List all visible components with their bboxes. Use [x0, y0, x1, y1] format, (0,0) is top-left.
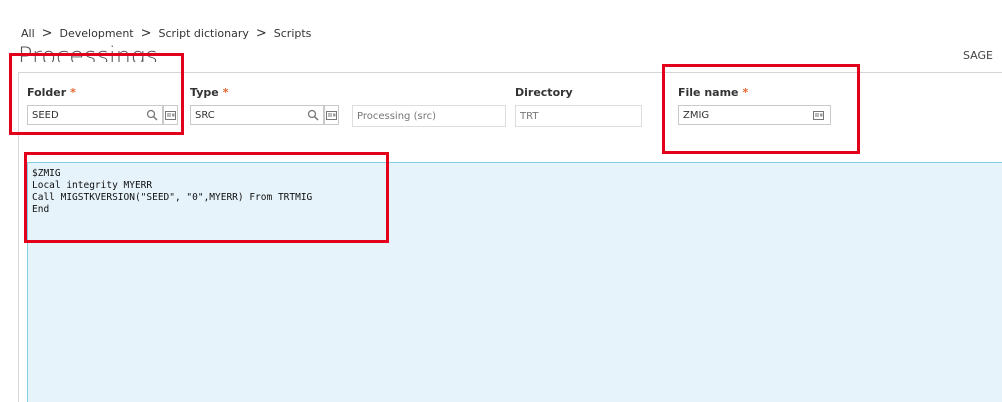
type-label: Type * [190, 86, 228, 99]
card-icon[interactable] [813, 110, 824, 120]
file-name-label: File name * [678, 86, 748, 99]
script-code[interactable]: $ZMIG Local integrity MYERR Call MIGSTKVER… [32, 168, 312, 216]
folder-field[interactable]: SEED [27, 105, 163, 125]
folder-label: Folder * [27, 86, 76, 99]
breadcrumb-scripts[interactable]: Scripts [274, 27, 312, 40]
search-icon[interactable] [307, 109, 319, 121]
script-editor[interactable]: $ZMIG Local integrity MYERR Call MIGSTKVER… [27, 162, 1002, 402]
breadcrumb-separator: > [255, 26, 267, 41]
file-name-value: ZMIG [683, 109, 710, 121]
breadcrumb-development[interactable]: Development [60, 27, 134, 40]
card-icon [326, 110, 337, 120]
folder-value: SEED [32, 109, 59, 121]
breadcrumb-script-dictionary[interactable]: Script dictionary [159, 27, 249, 40]
required-asterisk: * [222, 86, 229, 99]
file-name-field[interactable]: ZMIG [678, 105, 831, 125]
code-line: Call MIGSTKVERSION("SEED", "0",MYERR) Fr… [32, 192, 313, 203]
header-divider [18, 72, 1002, 73]
breadcrumb-separator: > [140, 26, 152, 41]
required-asterisk: * [742, 86, 749, 99]
code-line: End [32, 204, 50, 215]
breadcrumb-separator: > [41, 26, 53, 41]
type-field[interactable]: SRC [190, 105, 324, 125]
file-name-label-text: File name [678, 86, 739, 99]
type-browse-button[interactable] [324, 105, 339, 125]
folder-label-text: Folder [27, 86, 67, 99]
type-description-field: Processing (src) [352, 105, 506, 127]
code-line: Local integrity MYERR [32, 180, 153, 191]
card-icon [165, 110, 176, 120]
required-asterisk: * [70, 86, 76, 99]
folder-browse-button[interactable] [163, 105, 178, 125]
directory-field: TRT [515, 105, 642, 127]
user-name[interactable]: SAGE [963, 49, 993, 62]
directory-label: Directory [515, 86, 573, 99]
breadcrumb: All > Development > Script dictionary > … [21, 26, 311, 41]
page-title: Processings [18, 42, 158, 62]
directory-value: TRT [520, 110, 539, 122]
type-label-text: Type [190, 86, 219, 99]
type-description: Processing (src) [357, 110, 436, 122]
code-line: $ZMIG [32, 168, 61, 179]
page-title-container: Processings [18, 40, 158, 62]
type-value: SRC [195, 109, 215, 121]
search-icon[interactable] [146, 109, 158, 121]
left-divider [18, 72, 19, 402]
breadcrumb-all[interactable]: All [21, 27, 35, 40]
